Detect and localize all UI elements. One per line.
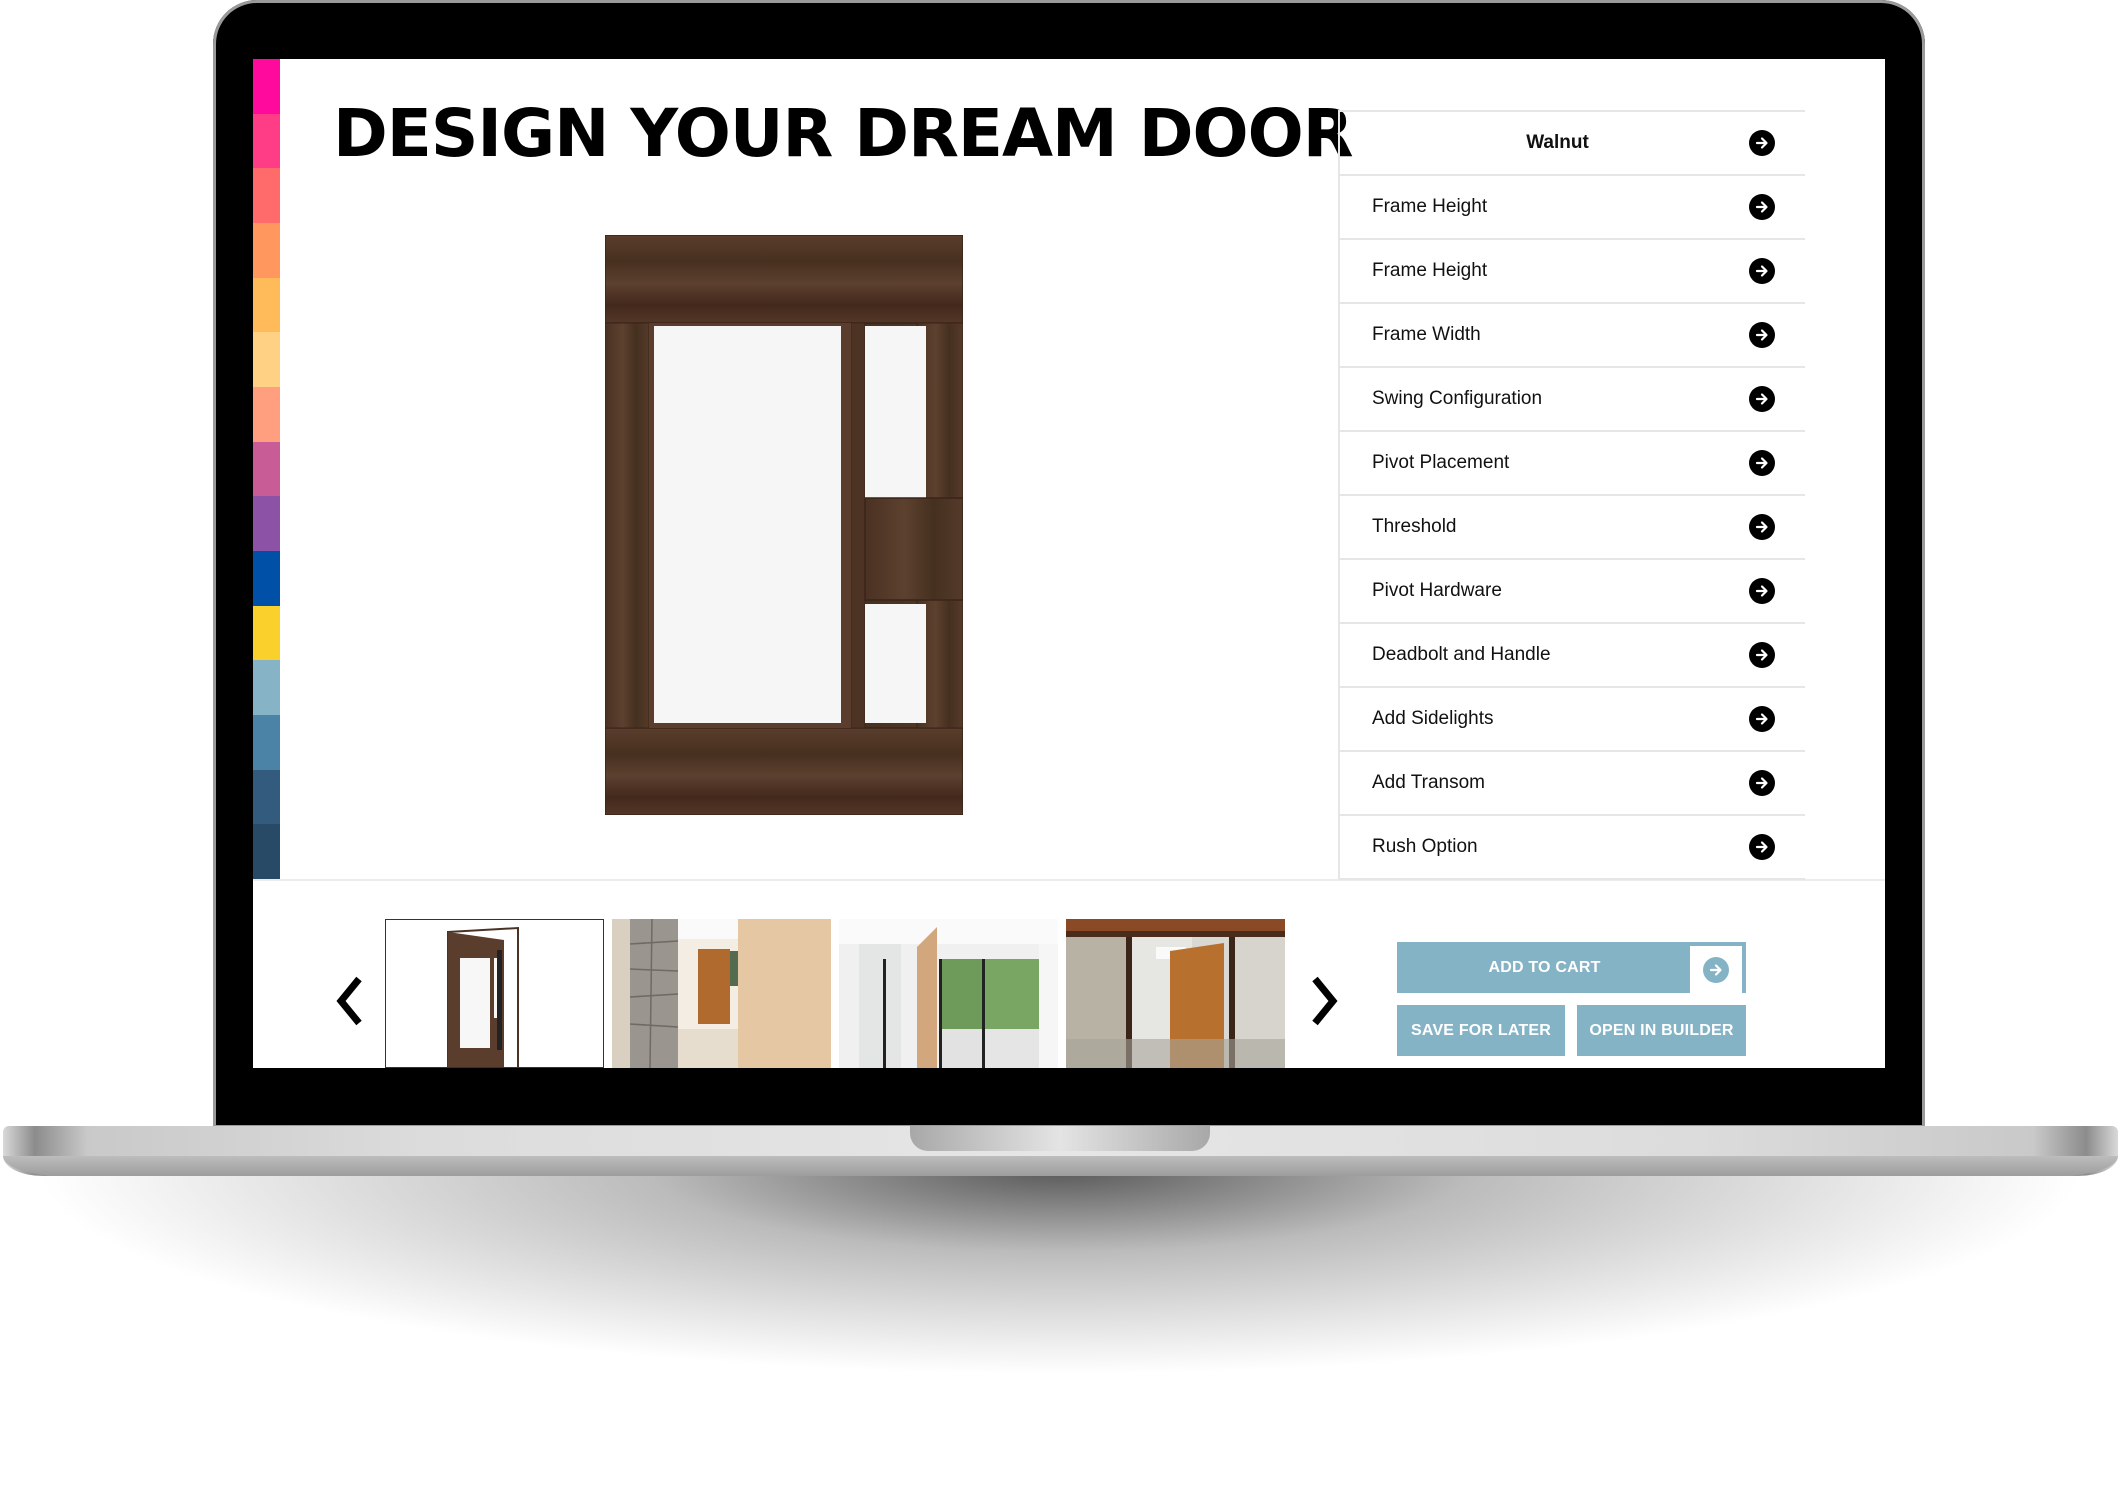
brand-color-swatch bbox=[253, 824, 280, 880]
option-label: Swing Configuration bbox=[1372, 388, 1543, 409]
arrow-right-circle-icon bbox=[1749, 578, 1775, 604]
arrow-right-circle-icon bbox=[1749, 770, 1775, 796]
option-row[interactable]: Pivot Placement bbox=[1340, 430, 1805, 494]
options-panel: Walnut Frame Height Frame Height Frame Wid… bbox=[1338, 110, 1805, 880]
option-label: Frame Width bbox=[1372, 324, 1481, 345]
arrow-right-circle-icon bbox=[1703, 956, 1729, 983]
gallery-next-button[interactable] bbox=[1303, 971, 1343, 1031]
option-label: Add Transom bbox=[1372, 772, 1485, 793]
option-label: Threshold bbox=[1372, 516, 1457, 537]
gallery-thumbnail[interactable] bbox=[612, 919, 831, 1068]
brand-color-swatch bbox=[253, 496, 280, 552]
arrow-right-circle-icon bbox=[1749, 322, 1775, 348]
arrow-right-circle-icon bbox=[1749, 706, 1775, 732]
glass-pane-large bbox=[654, 326, 841, 723]
arrow-right-circle-icon bbox=[1749, 514, 1775, 540]
arrow-right-circle-icon bbox=[1749, 450, 1775, 476]
door-inset-panel bbox=[864, 497, 963, 601]
option-label: Frame Height bbox=[1372, 196, 1488, 217]
brand-color-swatch bbox=[253, 168, 280, 224]
add-to-cart-label: ADD TO CART bbox=[1488, 958, 1601, 976]
brand-color-swatch bbox=[253, 660, 280, 716]
thumbnail-image-garden-view bbox=[839, 919, 1058, 1068]
option-row[interactable]: Pivot Hardware bbox=[1340, 558, 1805, 622]
add-to-cart-arrow bbox=[1690, 946, 1742, 993]
option-row[interactable]: Threshold bbox=[1340, 494, 1805, 558]
arrow-right-circle-icon bbox=[1749, 130, 1775, 156]
chevron-left-icon bbox=[336, 976, 362, 1026]
finish-selector[interactable]: Walnut bbox=[1340, 110, 1805, 174]
brand-color-strip bbox=[253, 59, 280, 880]
laptop-notch bbox=[910, 1126, 1210, 1151]
arrow-right-circle-icon bbox=[1749, 386, 1775, 412]
door-left-stile bbox=[605, 322, 650, 729]
brand-color-swatch bbox=[253, 387, 280, 442]
glass-pane-lower bbox=[865, 604, 926, 723]
option-row[interactable]: Frame Height bbox=[1340, 174, 1805, 238]
brand-color-swatch bbox=[253, 59, 280, 114]
page-title: DESIGN YOUR DREAM DOOR bbox=[333, 95, 1354, 172]
chevron-right-icon bbox=[1312, 976, 1338, 1026]
brand-color-swatch bbox=[253, 223, 280, 278]
brand-color-swatch bbox=[253, 332, 280, 388]
option-row[interactable]: Frame Height bbox=[1340, 238, 1805, 302]
door-bottom-rail bbox=[605, 727, 963, 815]
gallery-prev-button[interactable] bbox=[331, 971, 371, 1031]
gallery-thumbnail[interactable] bbox=[385, 919, 604, 1068]
option-label: Frame Height bbox=[1372, 260, 1488, 281]
gallery-thumbnail[interactable] bbox=[1066, 919, 1285, 1068]
option-row[interactable]: Deadbolt and Handle bbox=[1340, 622, 1805, 686]
arrow-right-circle-icon bbox=[1749, 834, 1775, 860]
thumbnail-image-walnut-pivot-door bbox=[386, 920, 603, 1067]
thumbnail-image-glass-walls bbox=[1066, 919, 1285, 1068]
brand-color-swatch bbox=[253, 715, 280, 770]
add-to-cart-button[interactable]: ADD TO CART bbox=[1397, 942, 1746, 993]
option-label: Deadbolt and Handle bbox=[1372, 644, 1551, 665]
brand-color-swatch bbox=[253, 769, 280, 825]
brand-color-swatch bbox=[253, 113, 280, 169]
option-label: Pivot Hardware bbox=[1372, 580, 1502, 601]
brand-color-swatch bbox=[253, 441, 280, 497]
brand-color-swatch bbox=[253, 551, 280, 606]
option-label: Pivot Placement bbox=[1372, 452, 1510, 473]
arrow-right-circle-icon bbox=[1749, 194, 1775, 220]
option-label: Rush Option bbox=[1372, 836, 1478, 857]
option-row[interactable]: Rush Option bbox=[1340, 814, 1805, 880]
arrow-right-circle-icon bbox=[1749, 258, 1775, 284]
brand-color-swatch bbox=[253, 605, 280, 661]
gallery-thumbnail[interactable] bbox=[839, 919, 1058, 1068]
option-row[interactable]: Frame Width bbox=[1340, 302, 1805, 366]
option-row[interactable]: Add Transom bbox=[1340, 750, 1805, 814]
finish-label: Walnut bbox=[1526, 132, 1589, 153]
option-row[interactable]: Swing Configuration bbox=[1340, 366, 1805, 430]
save-for-later-button[interactable]: SAVE FOR LATER bbox=[1397, 1005, 1565, 1056]
option-row[interactable]: Add Sidelights bbox=[1340, 686, 1805, 750]
screen: DESIGN YOUR DREAM DOOR Walnut Frame Heig… bbox=[253, 59, 1885, 1068]
brand-color-swatch bbox=[253, 277, 280, 333]
open-in-builder-button[interactable]: OPEN IN BUILDER bbox=[1577, 1005, 1746, 1056]
door-top-rail bbox=[605, 235, 963, 324]
glass-pane-upper bbox=[865, 326, 926, 498]
arrow-right-circle-icon bbox=[1749, 642, 1775, 668]
thumbnail-image-stone-hallway bbox=[612, 919, 831, 1068]
option-label: Add Sidelights bbox=[1372, 708, 1494, 729]
door-preview bbox=[605, 235, 963, 815]
laptop-shadow bbox=[40, 1170, 2080, 1510]
door-mullion bbox=[850, 322, 866, 729]
